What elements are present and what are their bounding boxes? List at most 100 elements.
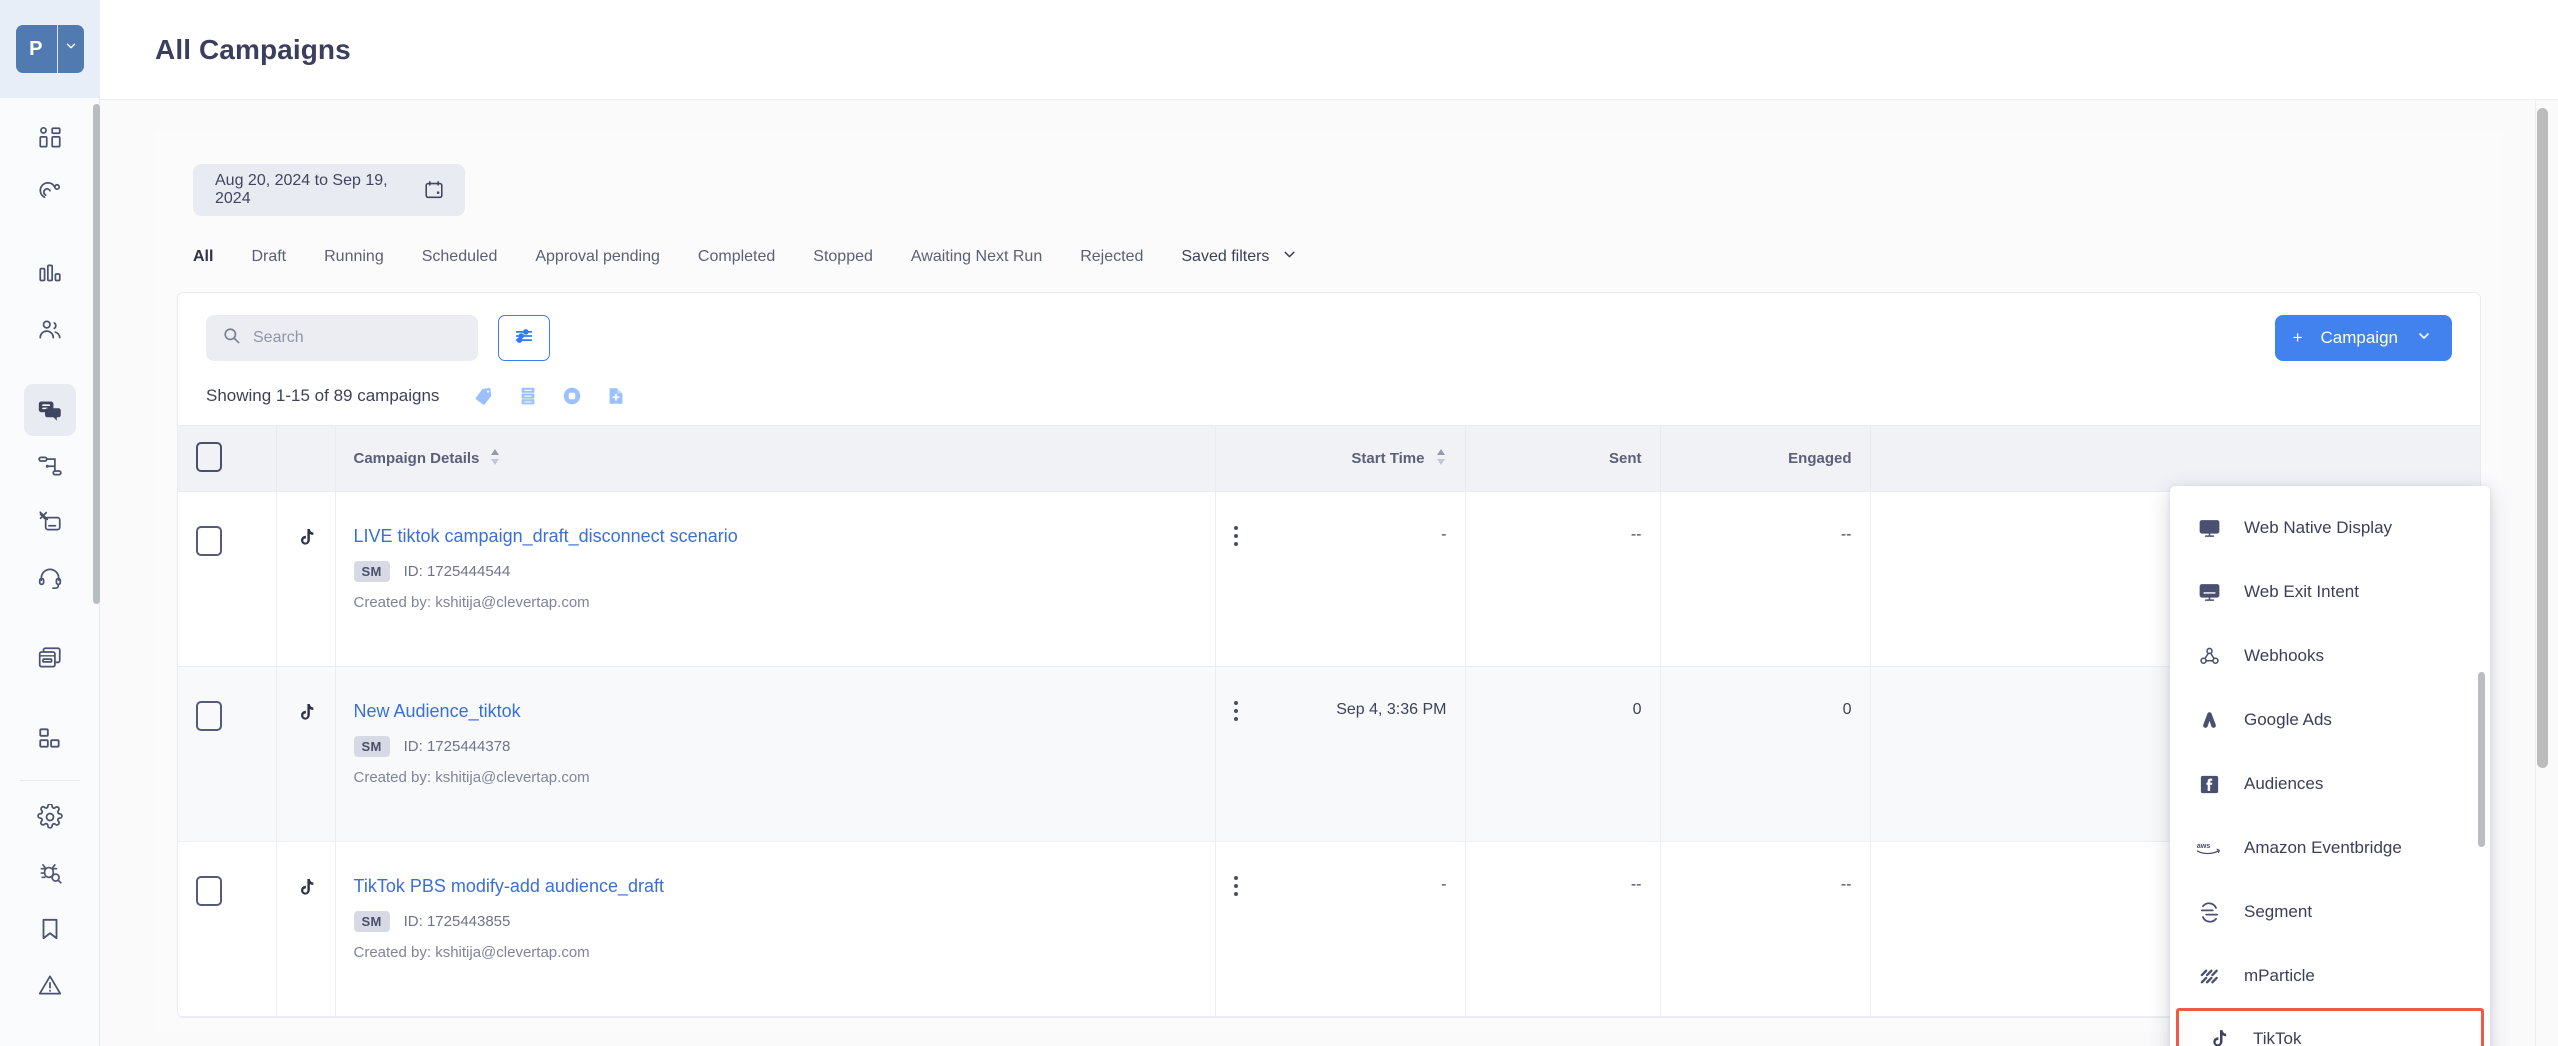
dropdown-scrollbar[interactable] [2478,672,2485,847]
campaign-name-link[interactable]: TikTok PBS modify-add audience_draft [354,876,1197,897]
tab-awaiting-next-run[interactable]: Awaiting Next Run [911,242,1042,272]
sort-icon[interactable] [489,447,501,471]
table-head: Campaign Details Start Time Sent Engaged [178,425,2480,492]
sidebar-item-templates[interactable] [24,496,76,548]
tag-icon[interactable] [473,385,495,407]
status-tabs: All Draft Running Scheduled Approval pen… [155,216,2503,274]
campaign-name-link[interactable]: LIVE tiktok campaign_draft_disconnect sc… [354,526,1197,547]
saved-filters-dropdown[interactable]: Saved filters [1181,240,1298,274]
search-input[interactable] [253,329,462,347]
row-start-time: - [1441,526,1447,543]
sidebar-item-journeys[interactable] [24,440,76,492]
select-all-header [178,425,277,492]
message-templates-icon [37,509,63,535]
campaign-name-link[interactable]: New Audience_tiktok [354,701,1197,722]
dropdown-item-web-native-display[interactable]: Web Native Display [2170,496,2490,560]
dropdown-item-label: Segment [2244,902,2313,921]
row-actions-menu[interactable] [1233,876,1238,896]
table-row[interactable]: TikTok PBS modify-add audience_draft SM … [178,841,2480,1017]
google-ads-icon [2196,709,2222,732]
select-all-checkbox[interactable] [196,441,222,472]
calendar-icon[interactable] [423,179,445,201]
row-checkbox[interactable] [196,701,222,731]
campaign-id: ID: 1725443855 [403,913,511,930]
campaigns-table: Campaign Details Start Time Sent Engaged… [178,425,2480,1017]
tab-draft[interactable]: Draft [251,242,286,272]
start-time-header[interactable]: Start Time [1215,425,1466,492]
sidebar-item-acquire[interactable] [24,168,76,220]
dashboard-icon [37,125,63,151]
list-storage-icon[interactable] [517,385,539,407]
dropdown-item-google-ads[interactable]: Google Ads [2170,688,2490,752]
magnet-icon [37,181,63,207]
sidebar-item-apps[interactable] [24,712,76,764]
sidebar-item-dashboard[interactable] [24,112,76,164]
dropdown-item-tiktok[interactable]: TikTok [2176,1008,2484,1046]
row-actions-menu[interactable] [1233,701,1238,721]
sidebar-item-segments[interactable] [24,304,76,356]
tab-completed[interactable]: Completed [698,242,775,272]
sidebar-item-analytics[interactable] [24,248,76,300]
campaign-id: ID: 1725444378 [403,738,511,755]
sidebar-divider [19,780,80,781]
add-campaign-button[interactable]: + Campaign [2274,315,2452,361]
date-range-picker[interactable]: Aug 20, 2024 to Sep 19, 2024 [193,164,465,216]
dropdown-item-webhooks[interactable]: Webhooks [2170,624,2490,688]
dropdown-item-audiences[interactable]: Audiences [2170,752,2490,816]
circle-stop-icon[interactable] [561,385,583,407]
main-area: All Campaigns Aug 20, 2024 to Sep 19, 20… [100,0,2558,1046]
filter-button[interactable] [498,315,550,361]
sidebar-item-content[interactable] [24,632,76,684]
sidebar-item-settings[interactable] [24,791,76,843]
sidebar-scrollbar[interactable] [93,104,100,604]
tab-scheduled[interactable]: Scheduled [422,242,498,272]
table-toolbar: + Campaign [178,293,2480,371]
sidebar-item-debug[interactable] [24,847,76,899]
chevron-down-icon[interactable] [58,25,84,73]
dropdown-item-web-exit-intent[interactable]: Web Exit Intent [2170,560,2490,624]
saved-filters-label: Saved filters [1181,248,1270,265]
content-blocks-icon [37,645,63,671]
date-range-row: Aug 20, 2024 to Sep 19, 2024 [155,132,2503,216]
campaign-creator: Created by: kshitija@clevertap.com [353,594,590,611]
brand-switcher[interactable]: P [0,0,100,98]
dropdown-item-label: Web Native Display [2244,518,2393,537]
tab-rejected[interactable]: Rejected [1080,242,1143,272]
add-file-icon[interactable] [605,385,627,407]
dropdown-item-mparticle[interactable]: mParticle [2170,944,2490,1008]
tab-running[interactable]: Running [324,242,384,272]
sidebar-nav [0,112,100,1015]
table-row[interactable]: New Audience_tiktok SM ID: 1725444378 Cr… [178,666,2480,842]
page-scrollbar-thumb[interactable] [2537,108,2548,768]
tab-stopped[interactable]: Stopped [813,242,873,272]
sidebar-item-alerts[interactable] [24,959,76,1011]
row-checkbox[interactable] [196,526,222,556]
campaigns-chat-icon [36,397,63,424]
row-start-time: - [1441,876,1447,893]
tab-approval-pending[interactable]: Approval pending [535,242,660,272]
tab-all[interactable]: All [193,242,213,272]
row-start-time-cell: - [1215,491,1466,667]
dropdown-item-segment[interactable]: Segment [2170,880,2490,944]
row-actions-menu[interactable] [1233,526,1238,546]
sidebar-item-support[interactable] [24,552,76,604]
dropdown-item-amazon-eventbridge[interactable]: aws Amazon Eventbridge [2170,816,2490,880]
dropdown-item-label: TikTok [2253,1029,2302,1046]
search-box[interactable] [206,315,478,361]
extra-header [1870,425,2480,492]
row-start-time-cell: - [1215,841,1466,1017]
showing-row: Showing 1-15 of 89 campaigns [178,371,2480,425]
plus-icon: + [2292,328,2303,347]
row-checkbox[interactable] [196,876,222,906]
sidebar-item-campaigns[interactable] [23,384,76,436]
debug-search-icon [37,860,63,886]
dropdown-item-label: Google Ads [2244,710,2332,729]
table-row[interactable]: LIVE tiktok campaign_draft_disconnect sc… [178,491,2480,667]
chevron-down-icon [1281,246,1298,268]
aws-icon: aws [2196,838,2222,858]
alert-warning-icon [37,972,63,998]
sort-icon[interactable] [1435,447,1447,471]
chevron-down-icon[interactable] [2416,328,2432,349]
sidebar-item-bookmarks[interactable] [24,903,76,955]
campaign-details-header[interactable]: Campaign Details [335,425,1216,492]
